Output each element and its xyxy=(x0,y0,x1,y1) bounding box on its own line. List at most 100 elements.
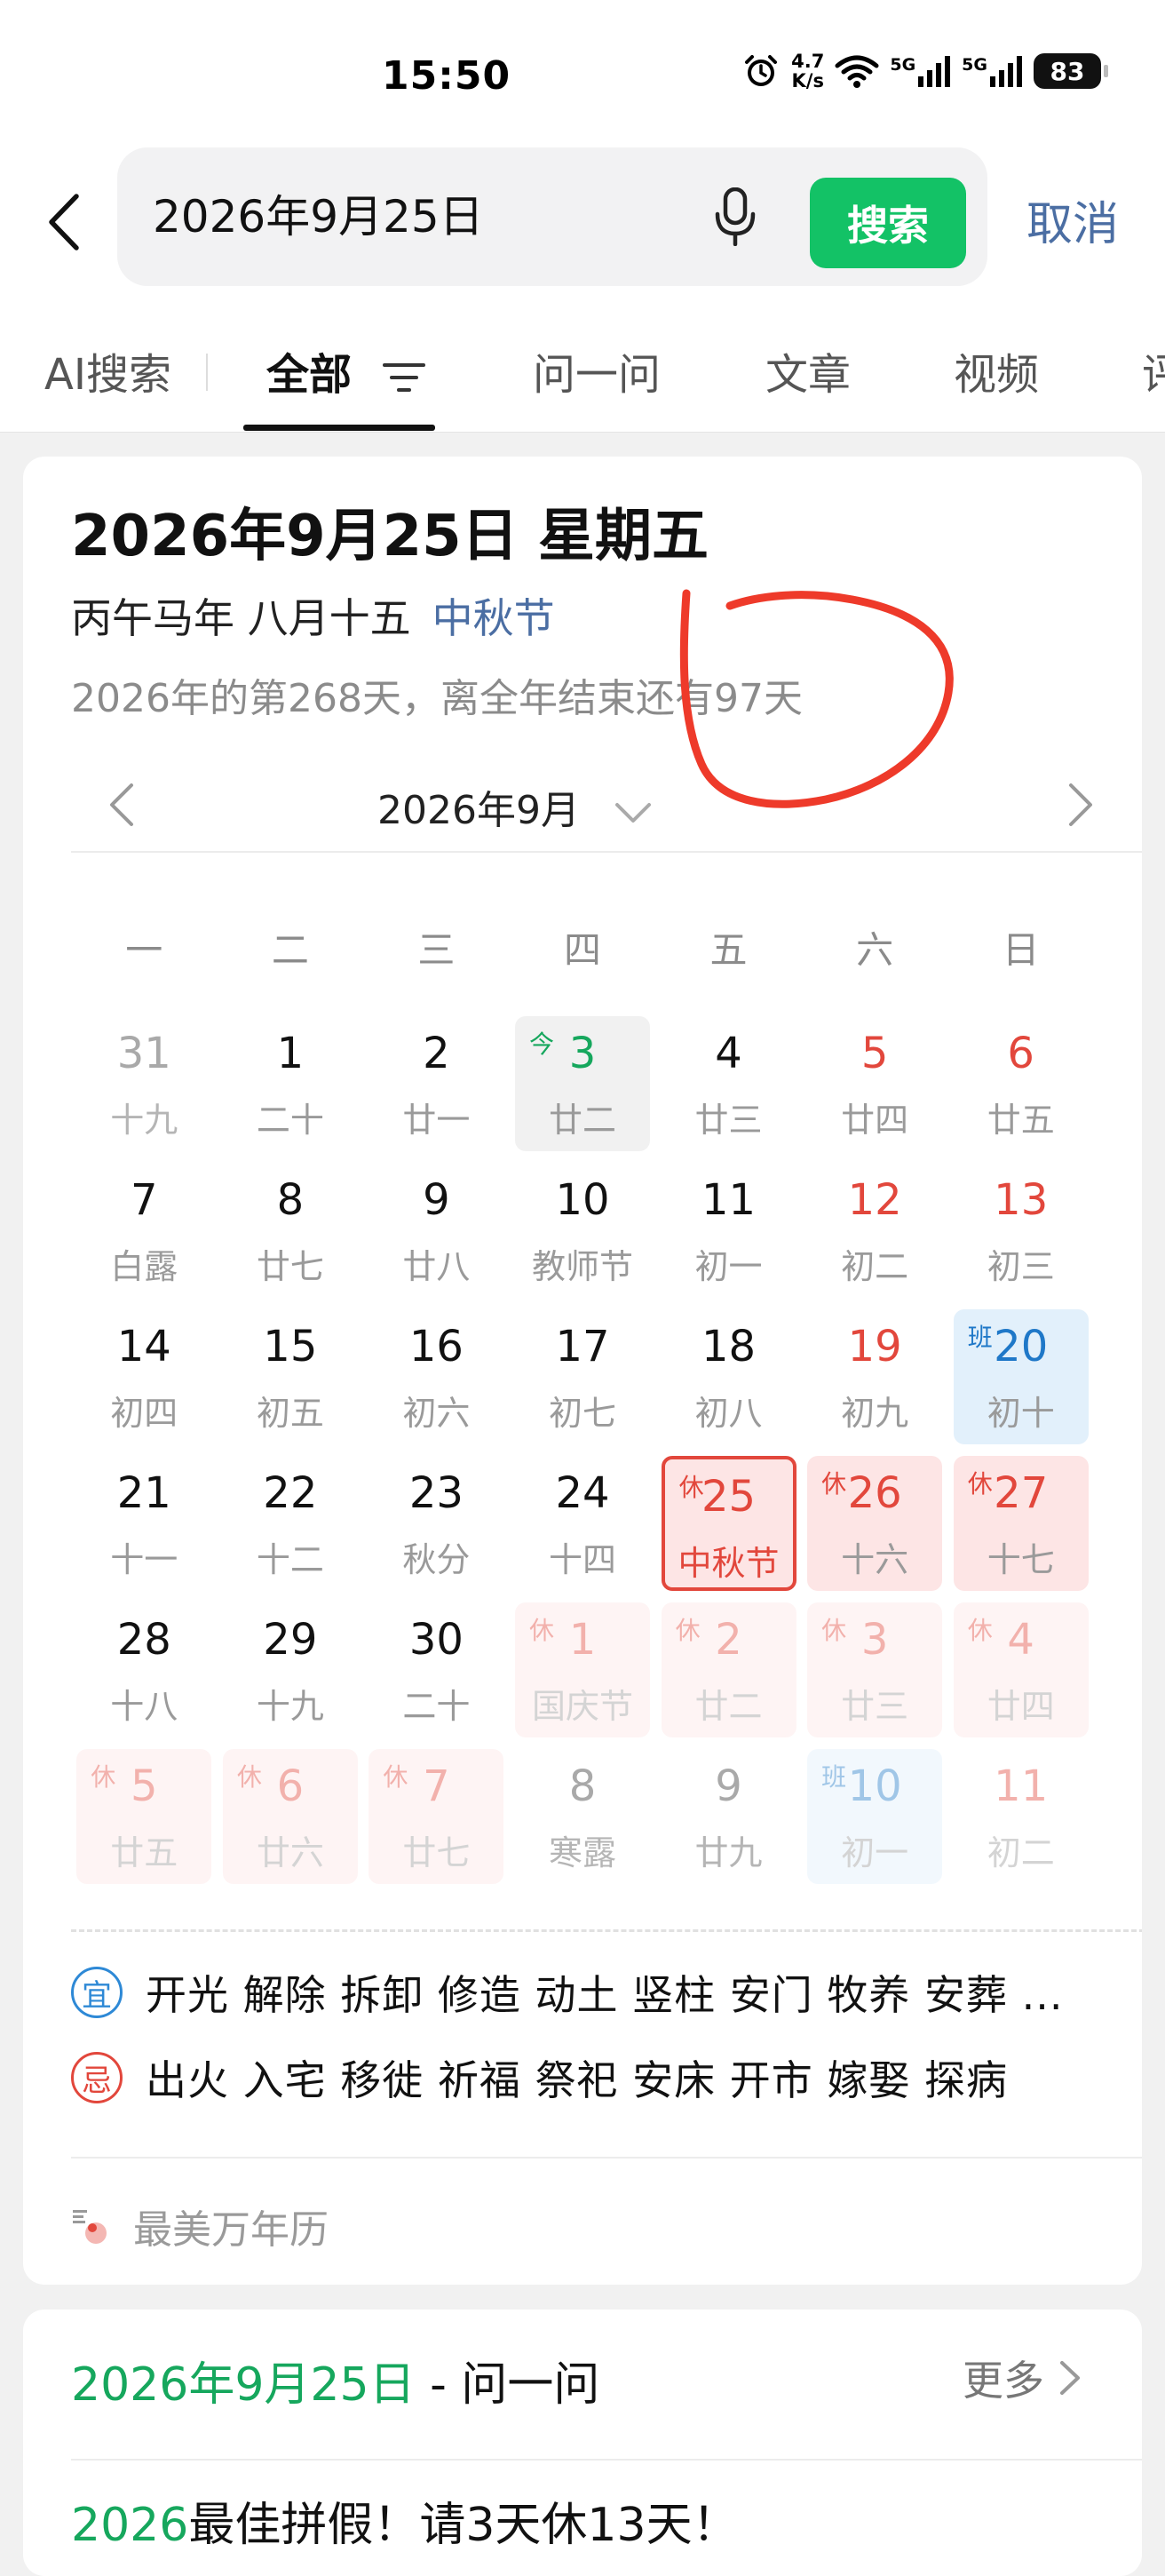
tab-ask[interactable]: 问一问 xyxy=(533,339,661,402)
day-number: 5 xyxy=(131,1761,158,1811)
calendar-day-cell[interactable]: 14 初四 xyxy=(76,1309,211,1444)
calendar-day-cell[interactable]: 29 十九 xyxy=(223,1602,358,1737)
calendar-day-cell[interactable]: 7 白露 xyxy=(76,1163,211,1298)
calendar-day-cell[interactable]: 班 10 初一 xyxy=(807,1749,943,1884)
calendar-day-cell[interactable]: 休 26 十六 xyxy=(807,1456,943,1591)
chevron-right-icon xyxy=(1069,783,1092,826)
inauspicious-row[interactable]: 忌 出火 入宅 移徙 祈福 祭祀 安床 开市 嫁娶 探病 xyxy=(71,2048,1008,2107)
festival-link[interactable]: 中秋节 xyxy=(432,594,555,642)
day-number: 15 xyxy=(263,1322,318,1371)
lunar-day: 初二 xyxy=(841,1247,909,1286)
calendar-day-cell[interactable]: 5 廿四 xyxy=(807,1016,942,1151)
lunar-day: 十二 xyxy=(256,1540,324,1579)
calendar-day-cell[interactable]: 12 初二 xyxy=(807,1163,942,1298)
ask-card-suffix: - 问一问 xyxy=(415,2358,600,2412)
calendar-day-cell[interactable]: 30 二十 xyxy=(369,1602,503,1737)
calendar-day-cell[interactable]: 18 初八 xyxy=(662,1309,796,1444)
tab-more-truncated[interactable]: 评 xyxy=(1142,339,1165,402)
calendar-day-cell[interactable]: 19 初九 xyxy=(807,1309,942,1444)
filter-icon[interactable] xyxy=(382,360,425,395)
calendar-day-cell[interactable]: 班 20 初十 xyxy=(953,1309,1089,1444)
search-button[interactable]: 搜索 xyxy=(810,178,966,268)
search-query[interactable]: 2026年9月25日 xyxy=(153,147,484,286)
lunar-day: 初五 xyxy=(256,1394,324,1433)
lunar-day: 十六 xyxy=(841,1540,909,1579)
tab-ai-search[interactable]: AI搜索 xyxy=(44,339,171,402)
lunar-day: 初一 xyxy=(694,1247,763,1286)
day-number: 4 xyxy=(715,1029,742,1078)
calendar-day-cell[interactable]: 24 十四 xyxy=(515,1456,650,1591)
calendar-day-cell[interactable]: 11 初二 xyxy=(954,1749,1089,1884)
calendar-day-cell[interactable]: 6 廿五 xyxy=(954,1016,1089,1151)
calendar-day-cell[interactable]: 休 5 廿五 xyxy=(76,1749,212,1884)
date-title: 2026年9月25日 星期五 xyxy=(71,504,709,569)
day-number: 3 xyxy=(568,1029,597,1078)
search-input[interactable]: 2026年9月25日 搜索 xyxy=(117,147,987,286)
calendar-day-cell[interactable]: 28 十八 xyxy=(76,1602,211,1737)
cancel-button[interactable]: 取消 xyxy=(1026,187,1119,253)
result-tabs: AI搜索 全部 问一问 文章 视频 评 xyxy=(0,302,1165,433)
calendar-day-cell[interactable]: 休 3 廿三 xyxy=(807,1602,943,1737)
microphone-icon[interactable] xyxy=(703,185,767,249)
chevron-down-icon xyxy=(614,803,651,823)
calendar-day-cell[interactable]: 8 廿七 xyxy=(223,1163,358,1298)
app-logo-icon xyxy=(71,2206,110,2246)
lunar-day: 廿二 xyxy=(694,1687,763,1726)
calendar-day-cell[interactable]: 16 初六 xyxy=(369,1309,503,1444)
calendar-day-cell[interactable]: 8 寒露 xyxy=(515,1749,650,1884)
lunar-day: 寒露 xyxy=(548,1833,616,1872)
calendar-day-cell[interactable]: 休 4 廿四 xyxy=(953,1602,1089,1737)
lunar-day: 教师节 xyxy=(531,1247,633,1286)
lunar-day: 廿三 xyxy=(841,1687,909,1726)
calendar-day-cell[interactable]: 13 初三 xyxy=(954,1163,1089,1298)
day-number: 7 xyxy=(131,1175,158,1225)
day-number: 18 xyxy=(701,1322,757,1371)
day-number: 23 xyxy=(408,1468,464,1518)
calendar-day-cell[interactable]: 今 3 廿二 xyxy=(515,1016,650,1151)
day-number: 6 xyxy=(1007,1029,1034,1078)
tab-all[interactable]: 全部 xyxy=(266,339,425,402)
calendar-day-cell[interactable]: 休 27 十七 xyxy=(953,1456,1089,1591)
chevron-right-icon xyxy=(1060,2361,1080,2395)
next-month-button[interactable] xyxy=(1066,782,1096,831)
calendar-day-cell[interactable]: 2 廿一 xyxy=(369,1016,503,1151)
calendar-day-cell[interactable]: 22 十二 xyxy=(223,1456,358,1591)
calendar-card: 2026年9月25日 星期五 丙午马年 八月十五 中秋节 2026年的第268天，… xyxy=(23,457,1142,2285)
calendar-day-cell[interactable]: 23 秋分 xyxy=(369,1456,503,1591)
tab-videos[interactable]: 视频 xyxy=(954,339,1039,402)
ask-result-item[interactable]: 2026最佳拼假！请3天休13天！ xyxy=(71,2487,739,2554)
calendar-day-cell[interactable]: 15 初五 xyxy=(223,1309,358,1444)
calendar-day-cell[interactable]: 17 初七 xyxy=(515,1309,650,1444)
day-number: 26 xyxy=(847,1468,902,1518)
wifi-icon xyxy=(835,52,879,91)
calendar-day-cell[interactable]: 休 25 中秋节 xyxy=(661,1456,796,1591)
calendar-day-cell[interactable]: 4 廿三 xyxy=(662,1016,796,1151)
month-selector[interactable]: 2026年9月 xyxy=(71,778,959,835)
source-row[interactable]: 最美万年历 xyxy=(71,2198,329,2254)
calendar-day-cell[interactable]: 21 十一 xyxy=(76,1456,211,1591)
lunar-day: 初一 xyxy=(841,1833,909,1872)
tab-articles[interactable]: 文章 xyxy=(765,339,851,402)
calendar-day-cell[interactable]: 31 十九 xyxy=(76,1016,211,1151)
calendar-day-cell[interactable]: 休 7 廿七 xyxy=(369,1749,504,1884)
auspicious-row[interactable]: 宜 开光 解除 拆卸 修造 动土 竖柱 安门 牧养 安葬 ... xyxy=(71,1963,1063,2022)
inauspicious-text: 出火 入宅 移徙 祈福 祭祀 安床 开市 嫁娶 探病 xyxy=(146,2056,1008,2104)
weekday-label: 二 xyxy=(271,928,309,972)
calendar-day-cell[interactable]: 10 教师节 xyxy=(515,1163,650,1298)
calendar-day-cell[interactable]: 9 廿九 xyxy=(662,1749,796,1884)
calendar-day-cell[interactable]: 休 2 廿二 xyxy=(661,1602,796,1737)
lunar-day: 初十 xyxy=(987,1394,1055,1433)
signal-label-2: 5G xyxy=(962,55,987,75)
ask-card-title[interactable]: 2026年9月25日 - 问一问 xyxy=(71,2347,599,2413)
lunar-day: 初四 xyxy=(110,1394,178,1433)
back-button[interactable] xyxy=(41,188,87,256)
status-icons: 4.7 K/s 5G 5G 83 xyxy=(741,52,1108,91)
calendar-day-cell[interactable]: 休 6 廿六 xyxy=(222,1749,358,1884)
calendar-day-cell[interactable]: 11 初一 xyxy=(662,1163,796,1298)
lunar-day: 初九 xyxy=(841,1394,909,1433)
calendar-day-cell[interactable]: 休 1 国庆节 xyxy=(515,1602,650,1737)
calendar-day-cell[interactable]: 1 二十 xyxy=(223,1016,358,1151)
search-bar: 2026年9月25日 搜索 取消 xyxy=(0,142,1165,302)
more-button[interactable]: 更多 xyxy=(963,2349,1083,2407)
calendar-day-cell[interactable]: 9 廿八 xyxy=(369,1163,503,1298)
